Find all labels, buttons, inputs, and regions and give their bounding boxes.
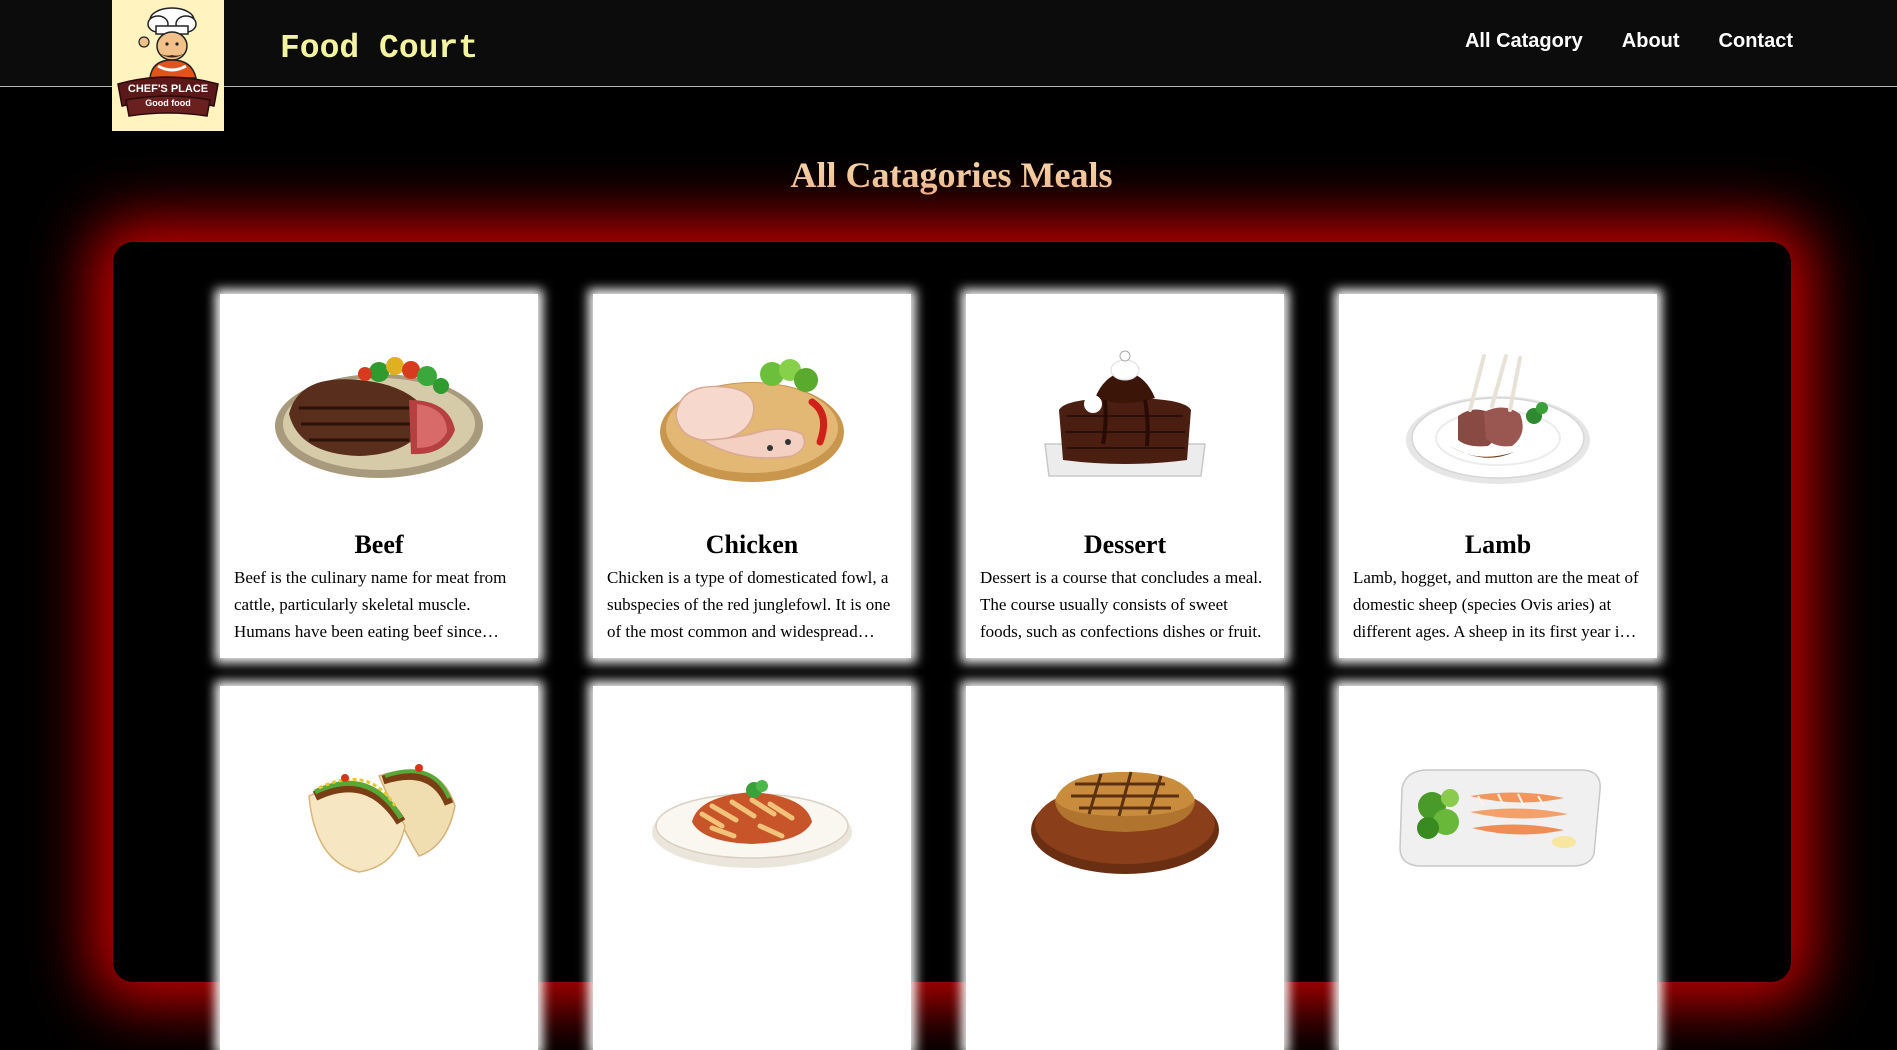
pasta-image: [593, 736, 911, 886]
logo-tagline: Good food: [145, 98, 191, 108]
beef-image: [220, 344, 538, 494]
pork-image: [966, 736, 1284, 886]
meals-panel: Beef Beef is the culinary name for meat …: [113, 242, 1791, 1050]
meal-description: Beef is the culinary name for meat from …: [234, 568, 507, 641]
meal-card-beef[interactable]: Beef Beef is the culinary name for meat …: [220, 294, 538, 658]
meal-card-pasta[interactable]: [593, 686, 911, 1050]
chef-icon: [138, 7, 197, 79]
nav-link-all-catagory[interactable]: All Catagory: [1465, 30, 1583, 53]
meal-description: Dessert is a course that concludes a mea…: [980, 568, 1263, 641]
meal-card-chicken[interactable]: Chicken Chicken is a type of domesticate…: [593, 294, 911, 658]
meal-card-pork[interactable]: [966, 686, 1284, 1050]
meal-description: Chicken is a type of domesticated fowl, …: [607, 568, 891, 641]
nav-links: All Catagory About Contact: [1465, 30, 1793, 53]
seafood-image: [1339, 736, 1657, 886]
meal-name: Beef: [354, 530, 404, 559]
meal-card-dessert[interactable]: Dessert Dessert is a course that conclud…: [966, 294, 1284, 658]
meal-description: Lamb, hogget, and mutton are the meat of…: [1353, 568, 1639, 641]
logo-text: CHEF'S PLACE: [127, 83, 209, 95]
nav-link-about[interactable]: About: [1622, 30, 1680, 53]
meal-name: Chicken: [705, 530, 799, 559]
meal-card-seafood[interactable]: [1339, 686, 1657, 1050]
navbar: Food Court All Catagory About Contact: [0, 0, 1897, 87]
meal-name: Lamb: [1464, 530, 1532, 559]
chefs-place-logo[interactable]: CHEF'S PLACE Good food: [112, 0, 224, 131]
chicken-image: [593, 344, 911, 494]
brand-name[interactable]: Food Court: [280, 30, 478, 67]
dessert-image: [966, 344, 1284, 494]
tacos-image: [220, 736, 538, 886]
meal-card-lamb[interactable]: Lamb Lamb, hogget, and mutton are the me…: [1339, 294, 1657, 658]
page-title: All Catagories Meals: [790, 155, 1113, 195]
meal-name: Dessert: [1083, 530, 1167, 559]
lamb-image: [1339, 344, 1657, 494]
meal-card-mexican[interactable]: [220, 686, 538, 1050]
nav-link-contact[interactable]: Contact: [1719, 30, 1793, 53]
